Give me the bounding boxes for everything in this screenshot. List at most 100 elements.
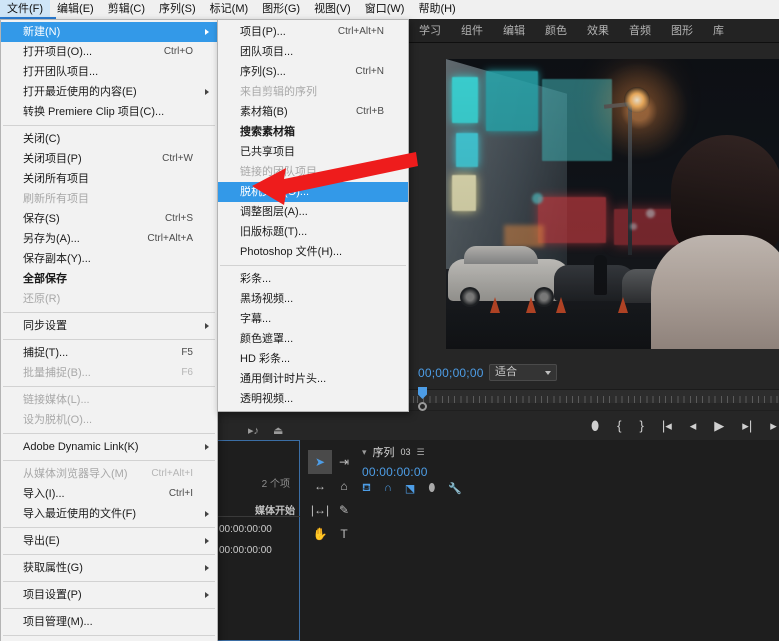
menu-item[interactable]: 序列(S)... Ctrl+N: [218, 62, 408, 82]
panel-menu-icon[interactable]: ☰: [417, 447, 425, 458]
menu-item[interactable]: 获取属性(G): [1, 558, 217, 578]
menu-item[interactable]: 字幕...: [218, 309, 408, 329]
menu-view[interactable]: 视图(V): [307, 0, 358, 19]
menu-item[interactable]: 项目设置(P): [1, 585, 217, 605]
menu-item[interactable]: 搜索素材箱: [218, 122, 408, 142]
insert-icon[interactable]: ⏏: [273, 424, 283, 437]
menu-item[interactable]: 通用倒计时片头...: [218, 369, 408, 389]
track-select-forward-tool[interactable]: ⇥: [332, 450, 356, 474]
mark-in-icon[interactable]: {: [617, 419, 621, 432]
menu-item[interactable]: Photoshop 文件(H)...: [218, 242, 408, 262]
mark-out-icon[interactable]: }: [640, 419, 644, 432]
menu-item[interactable]: 颜色遮罩...: [218, 329, 408, 349]
menu-item-label: Adobe Dynamic Link(K): [23, 441, 139, 453]
step-forward-icon[interactable]: ▸|: [742, 419, 752, 432]
menu-item[interactable]: 彩条...: [218, 269, 408, 289]
file-menu-dropdown[interactable]: 新建(N) 打开项目(O)... Ctrl+O 打开团队项目... 打开最近使用的内容(…: [0, 19, 218, 641]
menu-item[interactable]: Adobe Dynamic Link(K): [1, 437, 217, 457]
tab-color[interactable]: 颜色: [535, 19, 577, 43]
menu-item[interactable]: 已共享项目: [218, 142, 408, 162]
menu-file[interactable]: 文件(F): [0, 0, 57, 19]
tab-effects[interactable]: 效果: [577, 19, 619, 43]
menu-item[interactable]: 关闭所有项目: [1, 169, 217, 189]
column-header-media-start[interactable]: 媒体开始: [255, 502, 295, 517]
menu-item[interactable]: 旧版标题(T)...: [218, 222, 408, 242]
program-timecode[interactable]: 00;00;00;00: [418, 366, 484, 380]
tab-audio[interactable]: 音频: [619, 19, 661, 43]
timeline-timecode[interactable]: 00:00:00:00: [362, 465, 772, 479]
wheel-rear: [534, 287, 554, 307]
menu-item-label: 颜色遮罩...: [240, 333, 294, 345]
chevron-right-icon: [205, 538, 209, 544]
export-frame-icon[interactable]: ▸♪: [248, 424, 259, 437]
linked-selection-icon[interactable]: ⬔: [405, 482, 415, 496]
hand-tool[interactable]: ✋: [308, 522, 332, 546]
selection-tool[interactable]: ➤: [308, 450, 332, 474]
tab-graphics[interactable]: 图形: [661, 19, 703, 43]
menu-item[interactable]: 调整图层(A)...: [218, 202, 408, 222]
menu-item[interactable]: 项目(P)... Ctrl+Alt+N: [218, 22, 408, 42]
menu-window[interactable]: 窗口(W): [358, 0, 412, 19]
zoom-level-dropdown[interactable]: 适合: [489, 364, 557, 381]
ripple-edit-tool[interactable]: ↔: [308, 474, 332, 498]
settings-icon[interactable]: 🔧: [448, 482, 462, 496]
menu-item[interactable]: 另存为(A)... Ctrl+Alt+A: [1, 229, 217, 249]
new-submenu-dropdown[interactable]: 项目(P)... Ctrl+Alt+N 团队项目... 序列(S)... Ctrl+N 来…: [217, 19, 409, 412]
menu-clip[interactable]: 剪辑(C): [101, 0, 152, 19]
pen-tool[interactable]: ✎: [332, 498, 356, 522]
menu-item-label: 字幕...: [240, 313, 272, 325]
nest-icon[interactable]: ⛾: [362, 482, 371, 496]
type-tool[interactable]: T: [332, 522, 356, 546]
program-time-ruler[interactable]: [409, 389, 779, 403]
menu-item[interactable]: HD 彩条...: [218, 349, 408, 369]
menu-item[interactable]: 关闭(C): [1, 129, 217, 149]
tab-editing[interactable]: 编辑: [493, 19, 535, 43]
marker-icon[interactable]: ⬮: [591, 419, 599, 432]
menu-item[interactable]: 导入(I)... Ctrl+I: [1, 484, 217, 504]
menu-item[interactable]: 导出(E): [1, 531, 217, 551]
tab-assembly[interactable]: 组件: [451, 19, 493, 43]
menu-item[interactable]: 打开最近使用的内容(E): [1, 82, 217, 102]
menu-item[interactable]: 保存(S) Ctrl+S: [1, 209, 217, 229]
menu-item[interactable]: 打开团队项目...: [1, 62, 217, 82]
menu-item-shortcut: Ctrl+I: [168, 488, 193, 499]
menu-edit[interactable]: 编辑(E): [50, 0, 101, 19]
menu-item[interactable]: 保存副本(Y)...: [1, 249, 217, 269]
tab-libraries[interactable]: 库: [703, 19, 734, 43]
collapse-icon[interactable]: ▾: [362, 447, 367, 458]
menu-item[interactable]: 转换 Premiere Clip 项目(C)...: [1, 102, 217, 122]
menu-separator: [3, 339, 215, 340]
timeline-panel[interactable]: ➤ ⇥ ↔ ⌂ |↔| ✎ ✋ T ▾ 序列 03 ☰ 00:00:00:00 ⛾…: [300, 440, 779, 641]
menu-item[interactable]: 全部保存: [1, 269, 217, 289]
menu-sequence[interactable]: 序列(S): [152, 0, 203, 19]
program-playhead-handle[interactable]: [418, 402, 427, 411]
menu-item[interactable]: 新建(N): [1, 22, 217, 42]
go-to-out-icon[interactable]: ▸: [770, 419, 777, 432]
menu-item[interactable]: 项目管理(M)...: [1, 612, 217, 632]
menu-marker[interactable]: 标记(M): [203, 0, 256, 19]
timeline-sequence-title[interactable]: ▾ 序列 03 ☰: [362, 444, 772, 460]
menu-item[interactable]: 打开项目(O)... Ctrl+O: [1, 42, 217, 62]
razor-tool[interactable]: ⌂: [332, 474, 356, 498]
menu-item[interactable]: 捕捉(T)... F5: [1, 343, 217, 363]
tab-learning[interactable]: 学习: [409, 19, 451, 43]
go-to-in-icon[interactable]: |◂: [662, 419, 672, 432]
menu-item[interactable]: 关闭项目(P) Ctrl+W: [1, 149, 217, 169]
program-monitor[interactable]: [409, 43, 779, 358]
menu-item[interactable]: 透明视频...: [218, 389, 408, 409]
menu-item[interactable]: 素材箱(B) Ctrl+B: [218, 102, 408, 122]
marker-icon[interactable]: ⬮: [428, 482, 435, 496]
menu-item-label: 保存副本(Y)...: [23, 253, 91, 265]
menu-item[interactable]: 脱机文件(O)...: [218, 182, 408, 202]
play-icon[interactable]: ▶: [714, 419, 724, 432]
menu-item[interactable]: 黑场视频...: [218, 289, 408, 309]
menu-graphics[interactable]: 图形(G): [255, 0, 307, 19]
menu-item[interactable]: 同步设置: [1, 316, 217, 336]
slip-tool[interactable]: |↔|: [308, 498, 332, 522]
step-back-icon[interactable]: ◂: [690, 419, 697, 432]
menu-item[interactable]: 团队项目...: [218, 42, 408, 62]
chevron-right-icon: [205, 592, 209, 598]
menu-item[interactable]: 导入最近使用的文件(F): [1, 504, 217, 524]
snap-icon[interactable]: ∩: [384, 482, 392, 496]
menu-help[interactable]: 帮助(H): [411, 0, 462, 19]
